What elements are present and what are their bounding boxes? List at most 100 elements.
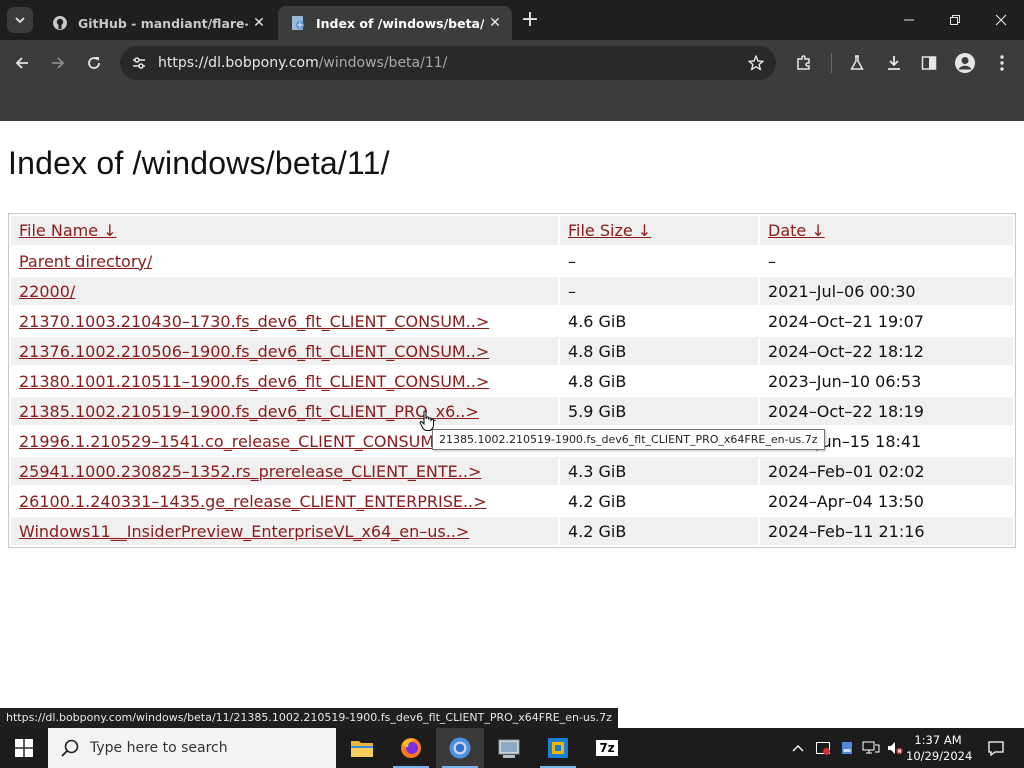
file-link[interactable]: 21380.1001.210511–1900.fs_dev6_flt_CLIEN… (19, 372, 489, 391)
back-button[interactable] (7, 48, 37, 78)
reload-icon (88, 57, 100, 69)
file-link[interactable]: 21996.1.210529–1541.co_release_CLIENT_CO… (19, 432, 478, 451)
firefox-icon (401, 738, 421, 758)
close-icon (995, 14, 1007, 26)
date-cell: 2023–Jun–10 06:53 (768, 371, 922, 391)
forward-button[interactable] (43, 48, 73, 78)
close-window-button[interactable] (978, 0, 1024, 40)
toolbar-divider (831, 53, 832, 73)
clock-date: 10/29/2024 (906, 749, 973, 763)
extensions-button[interactable] (789, 48, 819, 78)
reload-button[interactable] (79, 48, 109, 78)
tab-title: Index of /windows/beta/11/ (316, 15, 484, 31)
notifications-button[interactable] (976, 728, 1016, 768)
clock-time: 1:37 AM (914, 733, 962, 747)
site-info-icon[interactable] (122, 46, 156, 80)
url-host: https://dl.bobpony.com (158, 55, 319, 71)
file-listing-table: File Name ↓ File Size ↓ Date ↓ Parent di… (8, 213, 1016, 548)
volume-muted-icon[interactable] (884, 728, 906, 768)
file-link[interactable]: 21385.1002.210519–1900.fs_dev6_flt_CLIEN… (19, 402, 479, 421)
show-hidden-icons-button[interactable] (788, 728, 808, 768)
table-row: 22000/ – 2021–Jul–06 00:30 (11, 277, 1013, 305)
taskbar-firefox[interactable] (387, 728, 435, 768)
file-name-cell: 25941.1000.230825–1352.rs_prerelease_CLI… (11, 457, 558, 485)
date-cell: 2024–Oct–22 18:19 (760, 397, 1013, 425)
table-row: Parent directory/ – – (11, 247, 1013, 275)
file-name-cell: 26100.1.240331–1435.ge_release_CLIENT_EN… (11, 487, 558, 515)
taskbar-system-tool[interactable] (485, 728, 533, 768)
labs-button[interactable] (842, 48, 872, 78)
file-name-cell: 22000/ (11, 277, 558, 305)
taskbar-file-explorer[interactable] (338, 728, 386, 768)
virtualbox-icon (548, 738, 568, 758)
minimize-icon (904, 19, 914, 21)
file-link[interactable]: 26100.1.240331–1435.ge_release_CLIENT_EN… (19, 492, 487, 511)
file-link[interactable]: Windows11__InsiderPreview_EnterpriseVL_x… (19, 522, 469, 541)
new-tab-button[interactable]: + (518, 9, 542, 33)
date-cell: 2024–Feb–01 02:02 (760, 457, 1013, 485)
file-link[interactable]: 21370.1003.210430–1730.fs_dev6_flt_CLIEN… (19, 312, 489, 331)
file-size-cell: 4.6 GiB (568, 311, 627, 331)
file-link[interactable]: Parent directory/ (19, 252, 152, 271)
header-date: Date ↓ (760, 216, 1013, 245)
file-size-cell: 4.3 GiB (560, 457, 758, 485)
side-panel-button[interactable] (914, 48, 944, 78)
file-size-cell: 4.2 GiB (560, 517, 758, 545)
tab-github[interactable]: GitHub - mandiant/flare-vm: A ✕ (40, 6, 276, 40)
file-size-cell: 5.9 GiB (560, 397, 758, 425)
restore-icon (950, 15, 960, 25)
7zip-icon: 7z (596, 740, 618, 756)
sort-by-date-link[interactable]: Date ↓ (768, 221, 825, 240)
chrome-icon (449, 737, 471, 759)
menu-button[interactable] (987, 48, 1017, 78)
tray-security-icon[interactable] (812, 728, 834, 768)
puzzle-icon (797, 55, 810, 70)
header-file-size: File Size ↓ (560, 216, 758, 245)
close-tab-icon[interactable]: ✕ (248, 12, 270, 34)
start-button[interactable] (0, 728, 48, 768)
bookmarks-bar (0, 86, 1024, 121)
file-link[interactable]: 21376.1002.210506–1900.fs_dev6_flt_CLIEN… (19, 342, 489, 361)
chevron-up-icon (792, 745, 804, 752)
file-link[interactable]: 22000/ (19, 282, 75, 301)
table-row: 21376.1002.210506–1900.fs_dev6_flt_CLIEN… (11, 337, 1013, 365)
table-row: 21385.1002.210519–1900.fs_dev6_flt_CLIEN… (11, 397, 1013, 425)
more-vertical-icon (1000, 55, 1004, 71)
file-link[interactable]: 25941.1000.230825–1352.rs_prerelease_CLI… (19, 462, 481, 481)
tray-drive-icon[interactable] (836, 728, 858, 768)
sort-by-size-link[interactable]: File Size ↓ (568, 221, 651, 240)
avatar-icon (955, 53, 975, 73)
browser-toolbar: https://dl.bobpony.com/windows/beta/11/ (0, 40, 1024, 86)
minimize-button[interactable] (886, 0, 932, 40)
file-name-cell: 21380.1001.210511–1900.fs_dev6_flt_CLIEN… (11, 367, 558, 395)
flask-icon (850, 55, 864, 70)
side-panel-icon (921, 56, 937, 70)
downloads-button[interactable] (879, 48, 909, 78)
profile-button[interactable] (950, 48, 980, 78)
date-cell: 2021–Jul–06 00:30 (760, 277, 1013, 305)
file-name-cell: 21370.1003.210430–1730.fs_dev6_flt_CLIEN… (11, 307, 558, 335)
taskbar-chrome[interactable] (436, 728, 484, 768)
close-tab-icon[interactable]: ✕ (484, 12, 506, 34)
network-icon[interactable] (860, 728, 882, 768)
url-text: https://dl.bobpony.com/windows/beta/11/ (158, 55, 447, 71)
taskbar-7zip[interactable]: 7z (583, 728, 631, 768)
file-size-cell: – (560, 277, 758, 305)
status-bar-url: https://dl.bobpony.com/windows/beta/11/2… (0, 708, 618, 728)
restore-button[interactable] (932, 0, 978, 40)
file-name-cell: 21376.1002.210506–1900.fs_dev6_flt_CLIEN… (11, 337, 558, 365)
hand-cursor-icon (419, 410, 434, 431)
taskbar-search-box[interactable]: Type here to search (48, 728, 336, 768)
address-bar[interactable]: https://dl.bobpony.com/windows/beta/11/ (120, 46, 776, 80)
tab-index[interactable]: Index of /windows/beta/11/ ✕ (278, 6, 512, 40)
system-clock[interactable]: 1:37 AM 10/29/2024 (906, 732, 973, 764)
taskbar-virtualbox[interactable] (534, 728, 582, 768)
tab-search-button[interactable] (7, 7, 33, 33)
bookmark-star-icon[interactable] (744, 51, 768, 75)
github-icon (52, 15, 68, 31)
windows-logo-icon (15, 739, 33, 757)
search-icon (61, 739, 79, 757)
system-tool-icon (498, 739, 520, 758)
back-arrow-icon (15, 57, 28, 69)
sort-by-name-link[interactable]: File Name ↓ (19, 221, 117, 240)
